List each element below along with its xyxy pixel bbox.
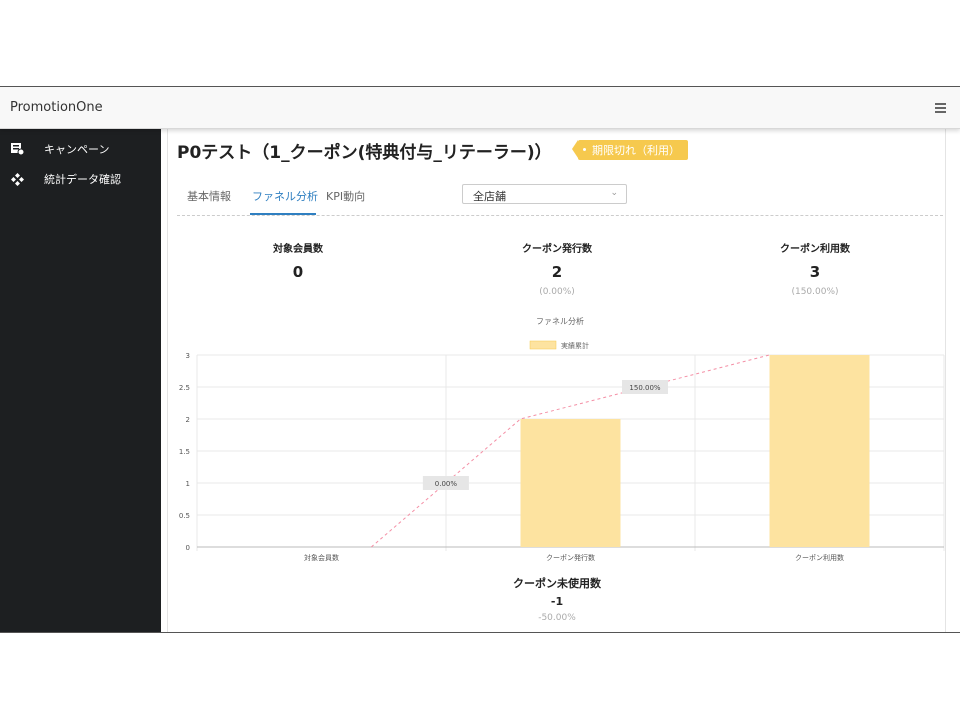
sidebar-item-label: 統計データ確認	[44, 173, 121, 186]
stat-label: クーポン利用数	[780, 244, 850, 255]
brand-name: PromotionOne	[10, 100, 103, 115]
tab-kpi-trend[interactable]: KPI動向	[326, 188, 365, 204]
status-badge: 期限切れ（利用）	[572, 140, 688, 160]
y-tick-label: 3	[186, 352, 190, 360]
stat-target-members: 対象会員数 0	[198, 240, 398, 281]
sidebar-item-campaign[interactable]: キャンペーン	[10, 140, 109, 158]
stat-value: 3	[809, 263, 821, 281]
tab-basic-info[interactable]: 基本情報	[187, 188, 231, 204]
campaign-icon	[10, 142, 24, 156]
page-title: P0テスト（1_クーポン(特典付与_リテーラー)）	[177, 143, 552, 163]
bar	[769, 355, 870, 547]
active-tab-indicator	[250, 213, 316, 215]
stat-label: 対象会員数	[273, 244, 323, 255]
funnel-annotation-label: 150.00%	[629, 384, 660, 392]
stat-percent: (0.00%)	[539, 287, 575, 297]
x-tick-label: 対象会員数	[304, 553, 339, 562]
hamburger-menu-icon[interactable]	[935, 103, 946, 115]
legend-label: 実績累計	[561, 341, 589, 350]
bar	[520, 419, 621, 547]
stat-percent: -50.00%	[538, 613, 576, 623]
stat-label: クーポン発行数	[522, 244, 592, 255]
y-tick-label: 1.5	[179, 448, 190, 456]
funnel-annotation-label: 0.00%	[435, 480, 458, 488]
x-tick-label: クーポン利用数	[795, 553, 844, 562]
stat-coupon-used: クーポン利用数 3 (150.00%)	[715, 240, 915, 297]
stat-coupon-unused: クーポン未使用数 -1 -50.00%	[457, 575, 657, 623]
stat-value: 2	[551, 263, 563, 281]
y-tick-label: 2.5	[179, 384, 190, 392]
stat-value: 0	[292, 263, 304, 281]
diamond-icon	[10, 172, 24, 186]
chevron-down-icon: ⌄	[610, 188, 618, 198]
main-content: P0テスト（1_クーポン(特典付与_リテーラー)） 期限切れ（利用） 基本情報 …	[167, 128, 946, 632]
stat-percent: (150.00%)	[791, 287, 839, 297]
y-tick-label: 0	[186, 544, 190, 552]
stat-coupon-issued: クーポン発行数 2 (0.00%)	[457, 240, 657, 297]
tab-funnel-analysis[interactable]: ファネル分析	[252, 188, 318, 204]
y-tick-label: 2	[186, 416, 190, 424]
chart-title: ファネル分析	[536, 316, 584, 326]
sidebar-item-statistics[interactable]: 統計データ確認	[10, 170, 121, 188]
sidebar: キャンペーン 統計データ確認	[0, 128, 161, 632]
store-select[interactable]: 全店舗 ⌄	[462, 184, 627, 204]
y-tick-label: 0.5	[179, 512, 190, 520]
app-window: PromotionOne キャンペーン 統計データ確認 P0テスト（1_クーポン…	[0, 86, 960, 633]
stat-value: -1	[550, 595, 564, 608]
tab-bar: 基本情報 ファネル分析 KPI動向 全店舗 ⌄	[177, 175, 943, 216]
funnel-chart: ファネル分析実績累計 0 0.5 1 1.5 2 2.5 3 対象会員数 クーポン発行数 クーポン利…	[179, 316, 945, 562]
legend-swatch	[529, 340, 557, 350]
x-tick-label: クーポン発行数	[546, 553, 595, 562]
y-tick-label: 1	[186, 480, 190, 488]
stat-label: クーポン未使用数	[513, 577, 601, 590]
top-bar: PromotionOne	[0, 87, 960, 129]
sidebar-item-label: キャンペーン	[44, 143, 110, 156]
